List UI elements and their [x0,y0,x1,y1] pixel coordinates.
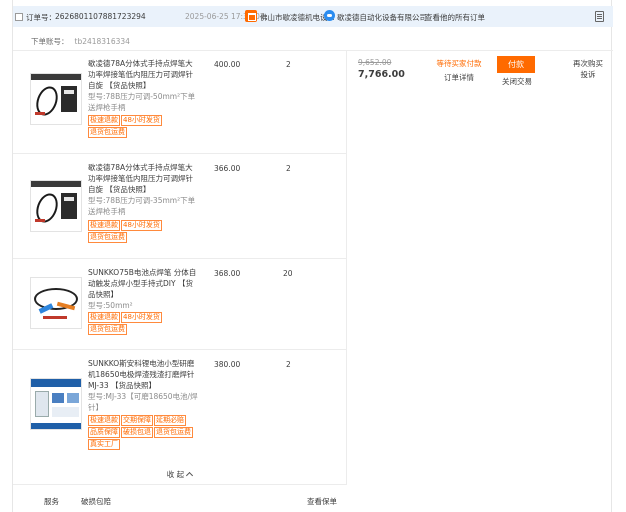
service-tag: 极速退款 [88,115,120,126]
list-item: SUNKKO75B电池点焊笔 分体自动触发点焊小型手持式DIY 【货品快照】 型… [13,259,346,350]
service-tag: 延期必赔 [154,415,186,426]
product-title[interactable]: 歇凌德78A分体式手持点焊笔大功率焊接笔低内阻压力可调焊针自旋 【货品快照】 [88,58,198,91]
product-thumbnail[interactable] [30,180,82,232]
service-tag: 真实工厂 [88,439,120,450]
wangwang-name-link[interactable]: 歇凌德自动化设备有限公司 [337,12,427,23]
list-item: 歇凌德78A分体式手持点焊笔大功率焊接笔低内阻压力可调焊针自旋 【货品快照】 型… [13,51,346,154]
product-spec: 型号:78B压力可调-50mm²下单送焊枪手柄 [88,92,196,112]
order-header: 订单号： 2626801107881723294 2025-06-25 17:3… [13,6,613,27]
status-column: 等待买家付款 订单详情 [431,58,487,83]
service-tag: 品质保障 [88,427,120,438]
service-tag: 极速退款 [88,220,120,231]
product-thumbnail[interactable] [30,277,82,329]
order-card: 订单号： 2626801107881723294 2025-06-25 17:3… [12,0,613,512]
payment-column: 9,652.00 7,766.00 [358,58,418,80]
all-orders-link[interactable]: 查看他的所有订单 [425,12,485,23]
order-number: 2626801107881723294 [55,12,146,21]
quantity: 2 [286,60,291,69]
orderer-label: 下单账号： [31,37,69,46]
unit-price: 400.00 [214,60,241,69]
close-trade-link[interactable]: 关闭交易 [497,76,537,87]
service-tag: 48小时发货 [121,220,162,231]
wangwang-chat-icon[interactable] [324,10,335,21]
service-tag: 48小时发货 [121,115,162,126]
service-tags: 极速退款 48小时发货退货包运费 [88,115,198,139]
order-checkbox[interactable] [15,13,23,21]
product-title[interactable]: SUNKKO75B电池点焊笔 分体自动触发点焊小型手持式DIY 【货品快照】 [88,267,198,300]
product-thumbnail[interactable] [30,73,82,125]
view-policy-link[interactable]: 查看保单 [307,496,337,507]
shop-icon [245,10,257,22]
service-tag: 交期保障 [121,415,153,426]
quantity: 2 [286,164,291,173]
original-price: 9,652.00 [358,58,392,67]
buy-again-link[interactable]: 再次购买 [559,58,617,69]
collapse-toggle[interactable]: 收 起 [13,465,346,485]
product-thumbnail[interactable] [30,378,82,430]
service-tag: 破损包退 [121,427,153,438]
product-spec: 型号:MJ-33【可磨18650电池/焊针】 [88,392,198,412]
note-icon[interactable] [595,11,604,22]
orderer-account: 下单账号： tb2418316334 [31,36,130,47]
service-tags: 极速退款 交期保障 延期必赔品质保障 破损包退 退货包运费真实工厂 [88,415,198,451]
action-column: 付款 关闭交易 [497,56,537,87]
service-tag: 退货包运费 [88,324,127,335]
service-tag: 退货包运费 [88,127,127,138]
column-divider [346,51,347,485]
service-tag: 退货包运费 [88,232,127,243]
complain-link[interactable]: 投诉 [559,69,617,80]
unit-price: 366.00 [214,164,241,173]
more-actions-column: 再次购买 投诉 [559,58,617,80]
damage-compensation: 破损包赔 [81,497,111,506]
list-item: 歇凌德78A分体式手持点焊笔大功率焊接笔低内阻压力可调焊针自旋 【货品快照】 型… [13,154,346,259]
order-detail-link[interactable]: 订单详情 [431,72,487,83]
quantity: 20 [283,269,293,278]
pay-button[interactable]: 付款 [497,56,535,73]
service-tag: 48小时发货 [121,312,162,323]
product-title[interactable]: 歇凌德78A分体式手持点焊笔大功率焊接笔低内阻压力可调焊针自旋 【货品快照】 [88,162,198,195]
service-tags: 极速退款 48小时发货退货包运费 [88,312,198,336]
orderer-value: tb2418316334 [74,37,130,46]
service-tag: 极速退款 [88,312,120,323]
quantity: 2 [286,360,291,369]
product-title[interactable]: SUNKKO斯安科锂电池小型研磨机18650电极焊渣残渣打磨焊针MJ-33 【货… [88,358,198,391]
services-label: 服务 [44,497,59,506]
order-number-label: 订单号： [26,13,56,22]
product-spec: 型号:50mm² [88,301,133,310]
total-price: 7,766.00 [358,69,405,80]
service-tag: 退货包运费 [154,427,193,438]
order-status: 等待买家付款 [436,59,482,68]
product-spec: 型号:78B压力可调-35mm²下单送焊枪手柄 [88,196,196,216]
chevron-up-icon [186,471,194,480]
unit-price: 380.00 [214,360,241,369]
service-tag: 极速退款 [88,415,120,426]
collapse-label: 收 起 [166,470,185,479]
list-item: SUNKKO斯安科锂电池小型研磨机18650电极焊渣残渣打磨焊针MJ-33 【货… [13,350,346,465]
unit-price: 368.00 [214,269,241,278]
service-tags: 极速退款 48小时发货退货包运费 [88,220,198,244]
